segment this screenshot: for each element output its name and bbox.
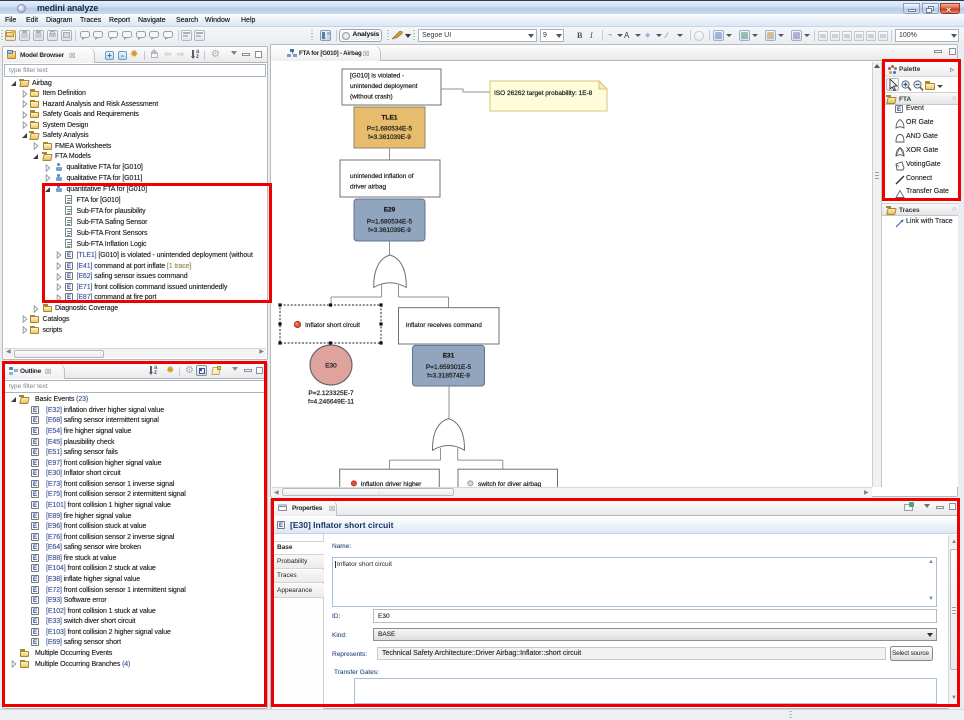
svg-text:unintended deployment: unintended deployment (350, 83, 418, 90)
svg-text:Inflator short circuit: Inflator short circuit (305, 322, 360, 329)
svg-text:P=1.680534E-5: P=1.680534E-5 (367, 219, 413, 226)
svg-text:P=1.659301E-5: P=1.659301E-5 (426, 364, 472, 371)
svg-text:P=1.680534E-5: P=1.680534E-5 (367, 126, 413, 133)
svg-text:TLE1: TLE1 (382, 115, 398, 122)
svg-text:driver airbag: driver airbag (350, 184, 387, 191)
svg-text:E31: E31 (443, 353, 455, 360)
svg-text:[G010] is violated -: [G010] is violated - (350, 73, 404, 80)
svg-text:f=3.361039E-9: f=3.361039E-9 (368, 227, 411, 234)
svg-text:inflator receives command: inflator receives command (406, 322, 482, 329)
svg-text:f=3.318574E-9: f=3.318574E-9 (427, 373, 470, 380)
svg-text:ISO 26262 target probability:: ISO 26262 target probability: 1E-8 (494, 90, 593, 97)
svg-text:f=3.361039E-9: f=3.361039E-9 (368, 134, 411, 141)
svg-text:E30: E30 (325, 363, 337, 370)
svg-text:P=2.123325E-7: P=2.123325E-7 (308, 390, 354, 397)
svg-text:(without crash): (without crash) (350, 94, 393, 101)
svg-text:E29: E29 (384, 207, 396, 214)
svg-text:unintended inflation of: unintended inflation of (350, 173, 414, 180)
svg-text:f=4.246649E-11: f=4.246649E-11 (308, 399, 354, 406)
